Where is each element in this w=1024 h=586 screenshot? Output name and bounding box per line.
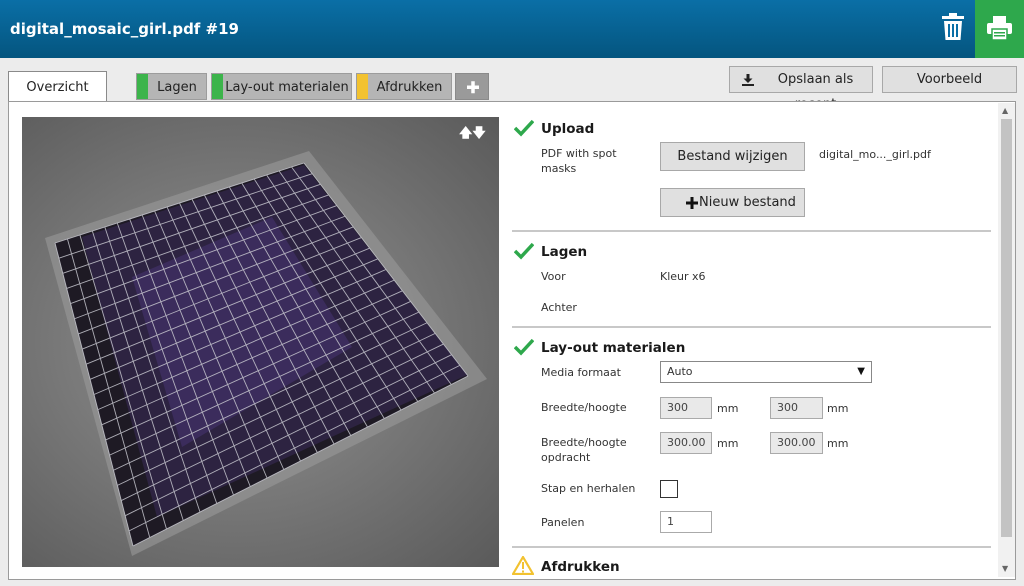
divider [512, 546, 991, 548]
media-format-label: Media formaat [541, 366, 621, 379]
plus-icon [686, 197, 698, 209]
trash-icon[interactable] [941, 13, 965, 41]
tab-afdrukken[interactable]: Afdrukken [356, 73, 452, 100]
panels-input[interactable]: 1 [660, 511, 712, 533]
panels-label: Panelen [541, 516, 585, 529]
print-button[interactable] [975, 0, 1024, 58]
preview-button[interactable]: Voorbeeld [882, 66, 1017, 93]
size-label: Breedte/hoogte [541, 401, 627, 414]
scrollbar-thumb[interactable] [1001, 119, 1012, 537]
media-format-select[interactable]: Auto ▼ [660, 361, 872, 383]
file-type-label: PDF with spot masks [541, 147, 617, 175]
add-tab-button[interactable] [455, 73, 489, 100]
job-width-input[interactable]: 300.00 [660, 432, 712, 454]
unit-label: mm [827, 437, 849, 450]
tab-overzicht[interactable]: Overzicht [8, 71, 107, 102]
status-bar [137, 74, 148, 99]
tab-lay-out-materialen[interactable]: Lay-out materialen [211, 73, 352, 100]
tab-label: Lay-out materialen [225, 80, 349, 95]
tab-label: Lagen [157, 80, 197, 95]
height-input[interactable]: 300 [770, 397, 823, 419]
mosaic-preview[interactable] [22, 117, 499, 567]
warning-icon [512, 556, 534, 575]
new-file-label: Nieuw bestand [699, 195, 796, 210]
job-size-label: Breedte/hoogte opdracht [541, 436, 627, 464]
title-bar: digital_mosaic_girl.pdf #19 [0, 0, 1024, 58]
front-label: Voor [541, 270, 566, 283]
tab-label: Overzicht [26, 80, 89, 95]
scroll-up-icon[interactable]: ▲ [1002, 106, 1008, 115]
change-file-label: Bestand wijzigen [677, 149, 788, 164]
unit-label: mm [827, 402, 849, 415]
printer-icon [987, 16, 1012, 40]
front-value: Kleur x6 [660, 270, 706, 283]
mosaic-tiles [45, 151, 487, 556]
plus-icon [467, 81, 479, 94]
caret-down-icon: ▼ [857, 366, 865, 377]
check-icon [514, 338, 534, 356]
preview-label: Voorbeeld [916, 72, 983, 87]
width-input[interactable]: 300 [660, 397, 712, 419]
unit-label: mm [717, 402, 739, 415]
change-file-button[interactable]: Bestand wijzigen [660, 142, 805, 171]
check-icon [514, 119, 534, 137]
scrollbar[interactable]: ▲ ▼ [998, 103, 1015, 577]
media-format-value: Auto [667, 365, 693, 378]
unit-label: mm [717, 437, 739, 450]
layout-title: Lay-out materialen [541, 340, 686, 356]
lagen-title: Lagen [541, 244, 588, 260]
save-recipe-button[interactable]: Opslaan als recept [729, 66, 873, 112]
tab-lagen[interactable]: Lagen [136, 73, 207, 100]
tab-label: Afdrukken [376, 80, 443, 95]
print-title: Afdrukken [541, 559, 620, 575]
divider [512, 230, 991, 232]
job-height-input[interactable]: 300.00 [770, 432, 823, 454]
new-file-button[interactable]: Nieuw bestand [660, 188, 805, 217]
document-title: digital_mosaic_girl.pdf #19 [10, 20, 239, 38]
status-bar [212, 74, 223, 99]
step-repeat-label: Stap en herhalen [541, 482, 636, 495]
back-label: Achter [541, 301, 577, 314]
file-name: digital_mo..._girl.pdf [819, 148, 931, 161]
divider [512, 326, 991, 328]
check-icon [514, 242, 534, 260]
scroll-down-icon[interactable]: ▼ [1002, 564, 1008, 573]
sort-arrows-icon[interactable]: 🡅🡇 [459, 124, 486, 146]
status-bar [357, 74, 368, 99]
download-icon [742, 74, 754, 86]
upload-title: Upload [541, 121, 595, 137]
step-repeat-checkbox[interactable] [660, 480, 678, 498]
